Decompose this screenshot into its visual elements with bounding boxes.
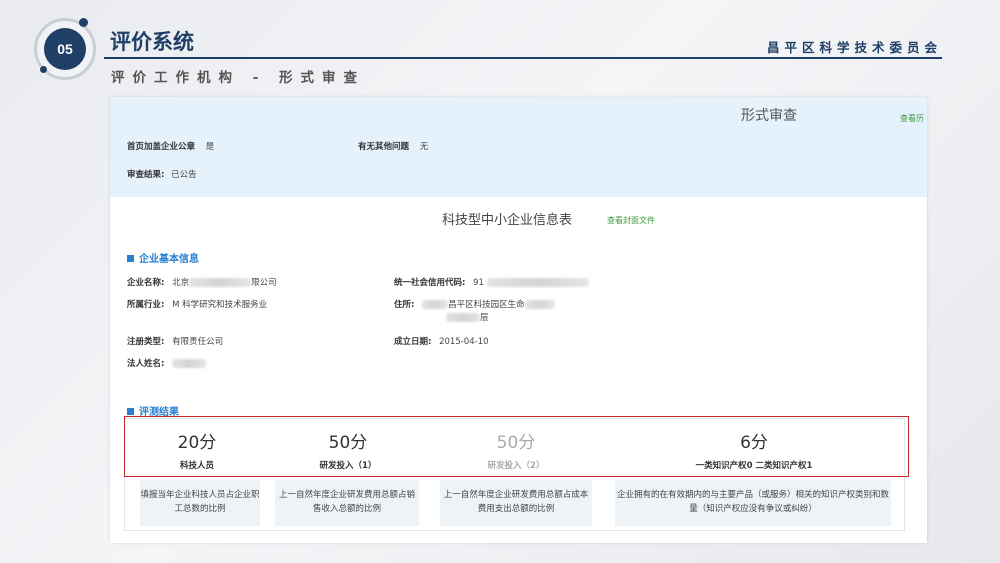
- organization-name: 昌平区科学技术委员会: [766, 40, 942, 55]
- score-description: 上一自然年度企业研发费用总额占成本费用支出总额的比例: [440, 480, 592, 526]
- page-subtitle: 评价工作机构 - 形式审查: [111, 70, 366, 86]
- review-result-value: 已公告: [171, 170, 197, 180]
- redacted-block: [172, 359, 207, 368]
- form-title: 科技型中小企业信息表: [442, 213, 573, 228]
- redacted-block: [189, 278, 252, 287]
- review-result-label: 审查结果:: [127, 170, 165, 180]
- industry-field: 所属行业: M 科学研究和技术服务业: [127, 298, 267, 310]
- section-badge: 05: [34, 18, 96, 80]
- address-line2-value: 层: [480, 313, 489, 323]
- decor-dot: [79, 18, 88, 27]
- founded-date-field: 成立日期: 2015-04-10: [394, 335, 489, 347]
- review-title: 形式审查: [741, 108, 797, 124]
- redacted-block: [422, 300, 449, 309]
- other-issues-value: 无: [419, 142, 429, 152]
- stamp-label: 首页加盖企业公章: [127, 142, 196, 152]
- credit-code-field: 统一社会信用代码: 91: [394, 276, 589, 288]
- legal-person-field: 法人姓名:: [127, 357, 207, 369]
- page-title: 评价系统: [110, 30, 194, 54]
- score-description: 企业拥有的在有效期内的与主要产品（或服务）相关的知识产权类别和数量（知识产权应没…: [615, 480, 891, 526]
- header-divider: [104, 57, 942, 59]
- credit-code-prefix: 91: [473, 278, 484, 288]
- other-issues-label: 有无其他问题: [358, 142, 410, 152]
- view-cover-link[interactable]: 查看封面文件: [607, 215, 655, 226]
- address-label: 住所:: [394, 300, 415, 310]
- stamp-value: 是: [205, 142, 215, 152]
- decor-dot: [40, 66, 47, 73]
- registration-type-value: 有限责任公司: [172, 337, 224, 347]
- company-name-field: 企业名称: 北京 限公司: [127, 276, 277, 288]
- other-issues-field: 有无其他问题 无: [358, 140, 428, 152]
- founded-date-label: 成立日期:: [394, 337, 432, 347]
- industry-label: 所属行业:: [127, 300, 165, 310]
- highlight-box: [124, 416, 909, 477]
- address-line2: 层: [446, 311, 489, 323]
- section-number: 05: [44, 28, 86, 70]
- review-result-field: 审查结果: 已公告: [127, 168, 197, 180]
- score-description: 填报当年企业科技人员占企业职工总数的比例: [140, 480, 260, 526]
- address-value: 昌平区科技园区生命: [448, 300, 525, 310]
- stamp-field: 首页加盖企业公章 是: [127, 140, 214, 152]
- company-name-label: 企业名称:: [127, 278, 165, 288]
- redacted-block: [446, 313, 480, 322]
- score-description: 上一自然年度企业研发费用总额占销售收入总额的比例: [275, 480, 419, 526]
- redacted-block: [486, 278, 589, 287]
- company-name-prefix: 北京: [172, 278, 190, 288]
- credit-code-label: 统一社会信用代码:: [394, 278, 466, 288]
- review-section: 形式审查 查看历 首页加盖企业公章 是 有无其他问题 无 审查结果: 已公告: [110, 97, 927, 197]
- founded-date-value: 2015-04-10: [439, 337, 489, 347]
- basic-info-heading: 企业基本信息: [127, 250, 199, 265]
- view-history-link[interactable]: 查看历: [900, 113, 924, 124]
- legal-person-label: 法人姓名:: [127, 359, 165, 369]
- address-field: 住所: 昌平区科技园区生命: [394, 298, 555, 310]
- redacted-block: [524, 300, 555, 309]
- company-name-suffix: 限公司: [251, 278, 277, 288]
- registration-type-label: 注册类型:: [127, 337, 165, 347]
- industry-value: M 科学研究和技术服务业: [172, 300, 268, 310]
- registration-type-field: 注册类型: 有限责任公司: [127, 335, 223, 347]
